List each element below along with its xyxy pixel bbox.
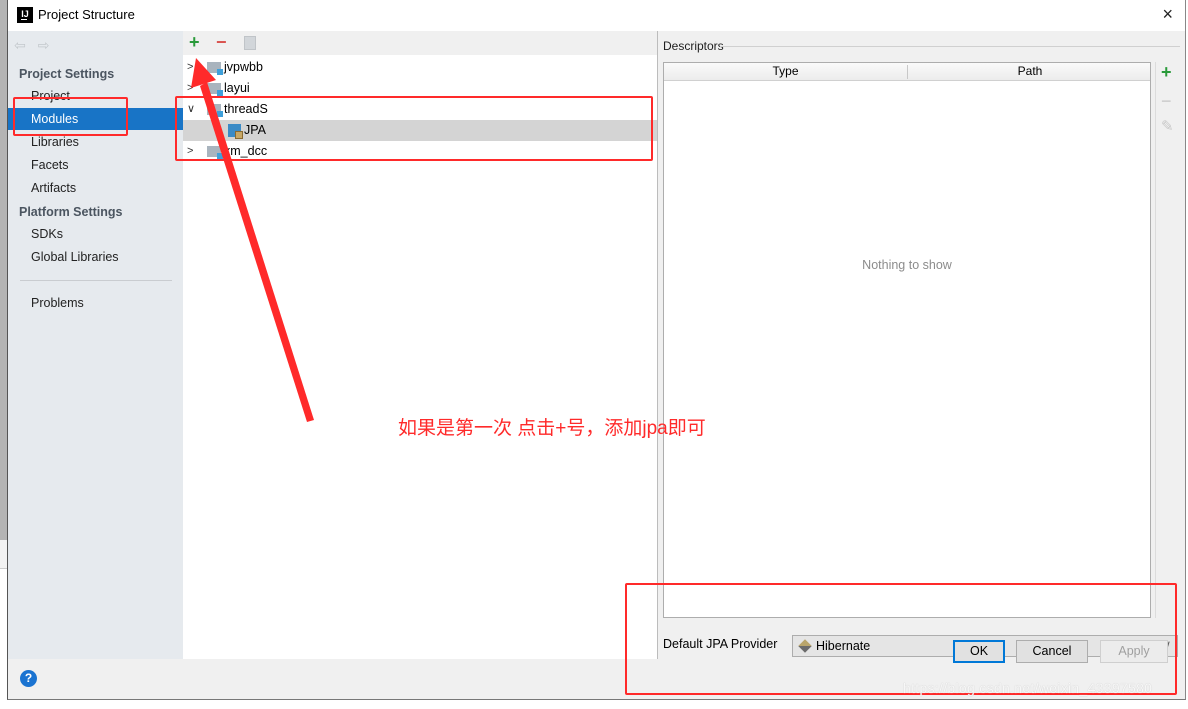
help-icon[interactable]: ?	[20, 670, 37, 687]
jpa-facet-panel: Descriptors Type Path Nothing to show + …	[658, 31, 1185, 659]
edit-descriptor-icon[interactable]: ✎	[1161, 117, 1174, 135]
module-tree-panel: + − > jvpwbb > layui ∨ threadS JPA > xm_…	[183, 31, 658, 659]
window-title: Project Structure	[38, 7, 135, 22]
remove-icon[interactable]: −	[216, 32, 227, 53]
annotation-text: 如果是第一次 点击+号，添加jpa即可	[398, 418, 706, 439]
tree-row-xm-dcc[interactable]: > xm_dcc	[183, 141, 657, 162]
module-folder-icon	[207, 83, 223, 96]
hibernate-icon	[798, 639, 812, 653]
nav-arrows: ⇦ ⇨	[14, 37, 61, 54]
tree-row-threads[interactable]: ∨ threadS	[183, 99, 657, 120]
sidebar-item-libraries[interactable]: Libraries	[8, 131, 183, 153]
ok-button[interactable]: OK	[953, 640, 1005, 663]
sidebar-item-artifacts[interactable]: Artifacts	[8, 177, 183, 199]
watermark: https://blog.csdn.net/weixin_43397580	[903, 680, 1153, 696]
chevron-down-icon[interactable]: ∨	[187, 99, 195, 120]
intellij-app-icon: IJ	[17, 7, 33, 23]
tree-label: threadS	[224, 102, 268, 116]
empty-state-text: Nothing to show	[862, 258, 952, 272]
descriptors-toolbar: + − ✎	[1155, 62, 1179, 618]
remove-descriptor-icon[interactable]: −	[1161, 91, 1172, 112]
add-icon[interactable]: +	[189, 32, 200, 53]
back-arrow-icon[interactable]: ⇦	[14, 37, 26, 53]
chevron-right-icon[interactable]: >	[187, 78, 193, 99]
sidebar-item-sdks[interactable]: SDKs	[8, 223, 183, 245]
group-title-platform-settings: Platform Settings	[19, 205, 123, 219]
tree-label: jvpwbb	[224, 60, 263, 74]
title-bar: IJ Project Structure ×	[8, 0, 1185, 31]
descriptors-title: Descriptors	[663, 39, 724, 53]
tree-row-jvpwbb[interactable]: > jvpwbb	[183, 57, 657, 78]
cancel-button[interactable]: Cancel	[1016, 640, 1088, 663]
copy-icon[interactable]	[244, 36, 256, 50]
selected-provider: Hibernate	[816, 639, 871, 653]
sidebar: ⇦ ⇨ Project Settings Project Modules Libr…	[8, 31, 184, 659]
tree-label: xm_dcc	[224, 144, 268, 158]
tree-toolbar: + −	[183, 31, 657, 55]
project-structure-dialog: IJ Project Structure × ⇦ ⇨ Project Settin…	[7, 0, 1186, 700]
add-descriptor-icon[interactable]: +	[1161, 62, 1172, 83]
tree-label: layui	[224, 81, 250, 95]
sidebar-item-global-libraries[interactable]: Global Libraries	[8, 246, 183, 268]
apply-button[interactable]: Apply	[1100, 640, 1168, 663]
module-folder-icon	[207, 62, 223, 75]
table-header: Type Path	[664, 63, 1150, 81]
descriptors-table[interactable]: Type Path Nothing to show	[663, 62, 1151, 618]
column-header-type[interactable]: Type	[664, 63, 907, 80]
module-folder-icon	[207, 104, 223, 117]
descriptors-divider	[720, 46, 1180, 47]
sidebar-item-modules[interactable]: Modules	[8, 108, 183, 130]
jpa-facet-icon	[228, 124, 243, 139]
forward-arrow-icon[interactable]: ⇨	[38, 37, 50, 53]
chevron-right-icon[interactable]: >	[187, 141, 193, 162]
sidebar-item-facets[interactable]: Facets	[8, 154, 183, 176]
tree-label: JPA	[244, 123, 266, 137]
tree-row-jpa[interactable]: JPA	[183, 120, 657, 141]
sidebar-item-problems[interactable]: Problems	[8, 292, 183, 314]
sidebar-divider	[20, 280, 172, 281]
chevron-right-icon[interactable]: >	[187, 57, 193, 78]
module-folder-icon	[207, 146, 223, 159]
close-icon[interactable]: ×	[1162, 4, 1173, 25]
tree-row-layui[interactable]: > layui	[183, 78, 657, 99]
default-jpa-provider-label: Default JPA Provider	[663, 637, 778, 651]
column-header-path[interactable]: Path	[908, 63, 1152, 80]
sidebar-item-project[interactable]: Project	[8, 85, 183, 107]
group-title-project-settings: Project Settings	[19, 67, 115, 81]
